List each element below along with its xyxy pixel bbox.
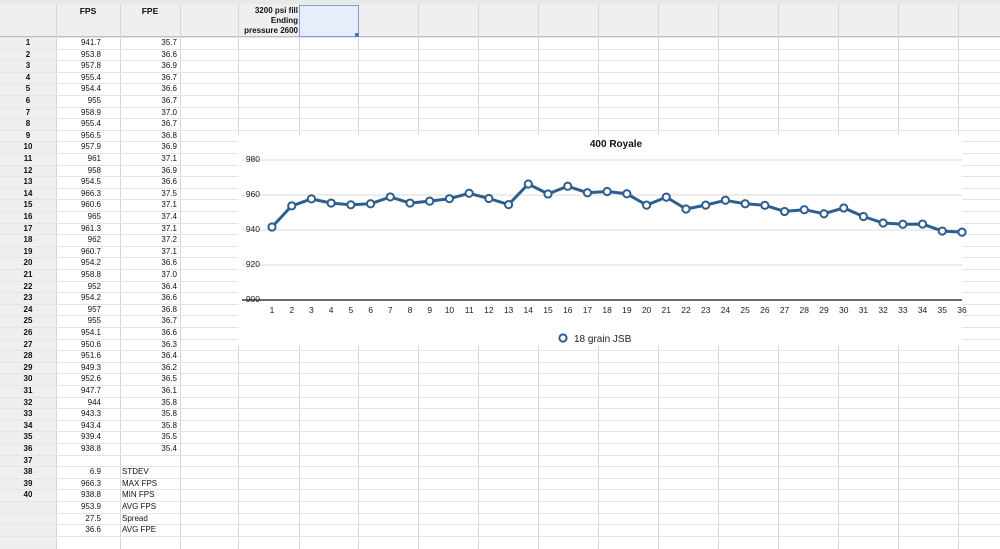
- data-point: [563, 181, 573, 191]
- data-point: [622, 189, 632, 199]
- x-tick-label: 31: [859, 305, 869, 315]
- data-point: [365, 199, 376, 209]
- y-tick-label: 980: [246, 154, 260, 164]
- data-point: [602, 186, 612, 197]
- data-point: [799, 205, 809, 215]
- x-tick-label: 14: [524, 305, 534, 315]
- x-tick-label: 8: [408, 305, 413, 315]
- data-point: [287, 201, 297, 211]
- x-tick-label: 7: [388, 305, 393, 315]
- x-tick-label: 36: [957, 305, 967, 315]
- y-tick-label: 940: [246, 224, 260, 234]
- data-point: [641, 200, 652, 210]
- x-tick-label: 1: [270, 305, 275, 315]
- data-point: [858, 211, 869, 222]
- x-tick-label: 35: [938, 305, 948, 315]
- data-point: [740, 199, 750, 209]
- data-point: [701, 200, 711, 210]
- data-point: [760, 200, 770, 210]
- y-tick-label: 920: [246, 259, 260, 269]
- data-point: [779, 206, 790, 217]
- x-tick-label: 24: [721, 305, 731, 315]
- data-point: [878, 218, 888, 228]
- chart-title: 400 Royale: [590, 139, 643, 150]
- y-tick-label: 900: [246, 294, 260, 304]
- data-point: [661, 192, 671, 202]
- x-tick-label: 6: [368, 305, 373, 315]
- x-tick-label: 11: [465, 305, 474, 315]
- spreadsheet[interactable]: FPS FPE 3200 psi fill Ending pressure 26…: [0, 0, 1000, 549]
- data-point: [957, 227, 967, 237]
- x-tick-label: 25: [740, 305, 750, 315]
- x-tick-label: 29: [819, 305, 829, 315]
- legend-marker: [558, 333, 568, 343]
- data-point: [543, 189, 553, 199]
- data-point: [484, 193, 494, 204]
- data-point: [306, 194, 317, 204]
- x-tick-label: 5: [348, 305, 353, 315]
- data-point: [464, 188, 474, 198]
- data-point: [385, 192, 395, 202]
- x-tick-label: 27: [780, 305, 790, 315]
- x-tick-label: 9: [427, 305, 432, 315]
- data-point: [503, 200, 514, 210]
- x-tick-label: 15: [543, 305, 553, 315]
- x-tick-label: 17: [583, 305, 593, 315]
- data-point: [937, 226, 947, 236]
- x-tick-label: 19: [622, 305, 632, 315]
- data-point: [523, 179, 533, 189]
- x-tick-label: 22: [681, 305, 691, 315]
- x-tick-label: 13: [504, 305, 514, 315]
- legend-label: 18 grain JSB: [574, 334, 632, 345]
- data-point: [267, 222, 277, 232]
- data-point: [346, 200, 356, 210]
- chart-background[interactable]: [238, 135, 962, 345]
- x-tick-label: 34: [918, 305, 928, 315]
- data-point: [582, 188, 593, 198]
- x-tick-label: 33: [898, 305, 908, 315]
- x-tick-label: 20: [642, 305, 652, 315]
- data-point: [819, 209, 829, 219]
- x-tick-label: 23: [701, 305, 711, 315]
- data-point: [917, 219, 928, 229]
- x-tick-label: 28: [800, 305, 810, 315]
- data-point: [405, 198, 415, 208]
- x-tick-label: 32: [878, 305, 888, 315]
- x-tick-label: 18: [602, 305, 612, 315]
- x-tick-label: 30: [839, 305, 849, 315]
- x-tick-label: 26: [760, 305, 770, 315]
- x-tick-label: 4: [329, 305, 334, 315]
- data-point: [898, 219, 908, 229]
- fps-line-chart[interactable]: 400 Royale9009209409609801 2 3 4 5 6 7 8 9 10 11 12…: [0, 0, 1000, 549]
- data-point: [326, 198, 336, 208]
- data-point: [720, 195, 731, 205]
- x-tick-label: 3: [309, 305, 314, 315]
- data-point: [425, 196, 435, 206]
- data-point: [444, 194, 455, 204]
- data-point: [681, 204, 691, 214]
- x-tick-label: 21: [662, 305, 672, 315]
- x-tick-label: 16: [563, 305, 573, 315]
- x-tick-label: 12: [484, 305, 494, 315]
- y-tick-label: 960: [246, 189, 260, 199]
- x-tick-label: 2: [289, 305, 294, 315]
- data-point: [839, 203, 849, 213]
- x-tick-label: 10: [445, 305, 455, 315]
